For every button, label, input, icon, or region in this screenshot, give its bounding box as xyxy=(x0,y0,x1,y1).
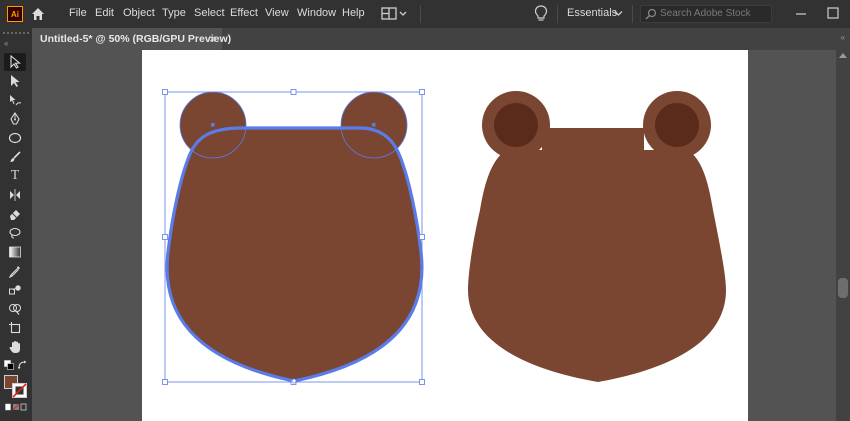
tools-panel: « T xyxy=(0,28,32,421)
right-ear-inner xyxy=(655,103,699,147)
artboard-icon xyxy=(9,322,21,334)
workspace-switcher[interactable]: Essentials xyxy=(567,7,617,19)
eraser-icon xyxy=(10,210,20,220)
bear-head-selected[interactable] xyxy=(162,89,425,385)
menu-file[interactable]: File xyxy=(69,7,87,19)
artboard-tool[interactable] xyxy=(4,319,26,337)
paintbrush-tool[interactable] xyxy=(4,148,26,166)
hand-icon xyxy=(9,341,20,353)
handle-top-right[interactable] xyxy=(419,89,425,95)
selection-tool[interactable] xyxy=(4,53,26,71)
pen-icon xyxy=(10,112,20,125)
width-icon xyxy=(10,189,20,201)
handle-bottom-right[interactable] xyxy=(419,379,425,385)
direct-selection-arrow-icon xyxy=(11,75,20,87)
bear-head-finished[interactable] xyxy=(468,91,726,382)
shape-builder-icon xyxy=(9,304,21,315)
eyedropper-tool[interactable] xyxy=(4,262,26,280)
paintbrush-icon xyxy=(10,151,21,162)
artwork-layer xyxy=(162,89,726,385)
app-logo: Ai xyxy=(7,6,23,22)
menu-type[interactable]: Type xyxy=(162,7,186,19)
canvas-area[interactable] xyxy=(32,50,836,421)
menu-object[interactable]: Object xyxy=(123,7,155,19)
menu-effect[interactable]: Effect xyxy=(230,7,258,19)
stroke-swatch[interactable] xyxy=(12,383,27,398)
handle-bottom-left[interactable] xyxy=(162,379,168,385)
handle-top-middle[interactable] xyxy=(290,89,297,95)
direct-selection-tool[interactable] xyxy=(4,72,26,90)
stock-search-input[interactable]: Search Adobe Stock xyxy=(640,5,772,23)
handle-middle-left[interactable] xyxy=(162,234,168,240)
left-ear-center-point xyxy=(211,123,215,127)
document-tab[interactable]: Untitled-5* @ 50% (RGB/GPU Preview) × xyxy=(32,28,231,50)
illustrator-window: Ai File Edit Object Type Select Effect V… xyxy=(0,0,850,421)
menu-bar: Ai File Edit Object Type Select Effect V… xyxy=(0,0,850,28)
bottom-anchor-point xyxy=(291,378,297,384)
close-tab-icon[interactable]: × xyxy=(209,32,216,46)
scrollbar-thumb[interactable] xyxy=(838,278,848,298)
handle-top-left[interactable] xyxy=(162,89,168,95)
eraser-tool[interactable] xyxy=(4,205,26,223)
drawing-modes-icon[interactable] xyxy=(5,403,27,413)
toolbar-grip[interactable] xyxy=(3,32,29,38)
blend-tool[interactable] xyxy=(4,281,26,299)
head-shape-finished xyxy=(468,128,726,382)
hand-tool[interactable] xyxy=(4,338,26,356)
ellipse-icon xyxy=(8,132,22,144)
left-ear-inner xyxy=(494,103,538,147)
search-placeholder: Search Adobe Stock xyxy=(660,8,751,19)
arrange-documents-icon[interactable] xyxy=(381,7,407,21)
minimize-icon[interactable] xyxy=(794,7,808,21)
search-icon xyxy=(645,8,657,20)
menu-select[interactable]: Select xyxy=(194,7,225,19)
lasso-icon xyxy=(9,227,21,239)
right-ear-center-point xyxy=(372,123,376,127)
pen-tool[interactable] xyxy=(4,110,26,128)
shape-builder-tool[interactable] xyxy=(4,300,26,318)
selection-arrow-icon xyxy=(10,55,21,69)
curvature-tool[interactable] xyxy=(4,91,26,109)
eyedropper-icon xyxy=(8,266,20,278)
collapse-toolbar-icon[interactable]: « xyxy=(4,39,9,48)
collapse-panels-icon[interactable]: « xyxy=(841,33,846,42)
chevron-down-icon[interactable] xyxy=(614,10,623,17)
scroll-up-icon[interactable] xyxy=(839,53,847,58)
gradient-tool[interactable] xyxy=(4,243,26,261)
app-logo-text: Ai xyxy=(11,9,19,19)
handle-middle-right[interactable] xyxy=(419,234,425,240)
gradient-icon xyxy=(9,246,21,258)
document-tab-title: Untitled-5* @ 50% (RGB/GPU Preview) xyxy=(40,33,232,45)
vertical-scrollbar[interactable] xyxy=(836,50,850,421)
menu-separator xyxy=(420,5,421,23)
width-tool[interactable] xyxy=(4,186,26,204)
menu-help[interactable]: Help xyxy=(342,7,365,19)
maximize-icon[interactable] xyxy=(826,6,840,20)
menu-edit[interactable]: Edit xyxy=(95,7,114,19)
menu-view[interactable]: View xyxy=(265,7,289,19)
lasso-tool[interactable] xyxy=(4,224,26,242)
menu-window[interactable]: Window xyxy=(297,7,336,19)
blend-icon xyxy=(9,285,21,295)
type-tool[interactable]: T xyxy=(4,167,26,185)
lightbulb-icon[interactable] xyxy=(534,5,548,23)
menu-separator xyxy=(557,5,558,23)
ellipse-tool[interactable] xyxy=(4,129,26,147)
default-colors-icon[interactable] xyxy=(4,360,14,370)
home-icon[interactable] xyxy=(30,6,46,22)
curvature-icon xyxy=(10,95,22,106)
document-tab-bar: Untitled-5* @ 50% (RGB/GPU Preview) × « xyxy=(32,28,850,50)
menu-separator xyxy=(632,5,633,23)
swap-fill-stroke-icon[interactable] xyxy=(18,360,28,370)
